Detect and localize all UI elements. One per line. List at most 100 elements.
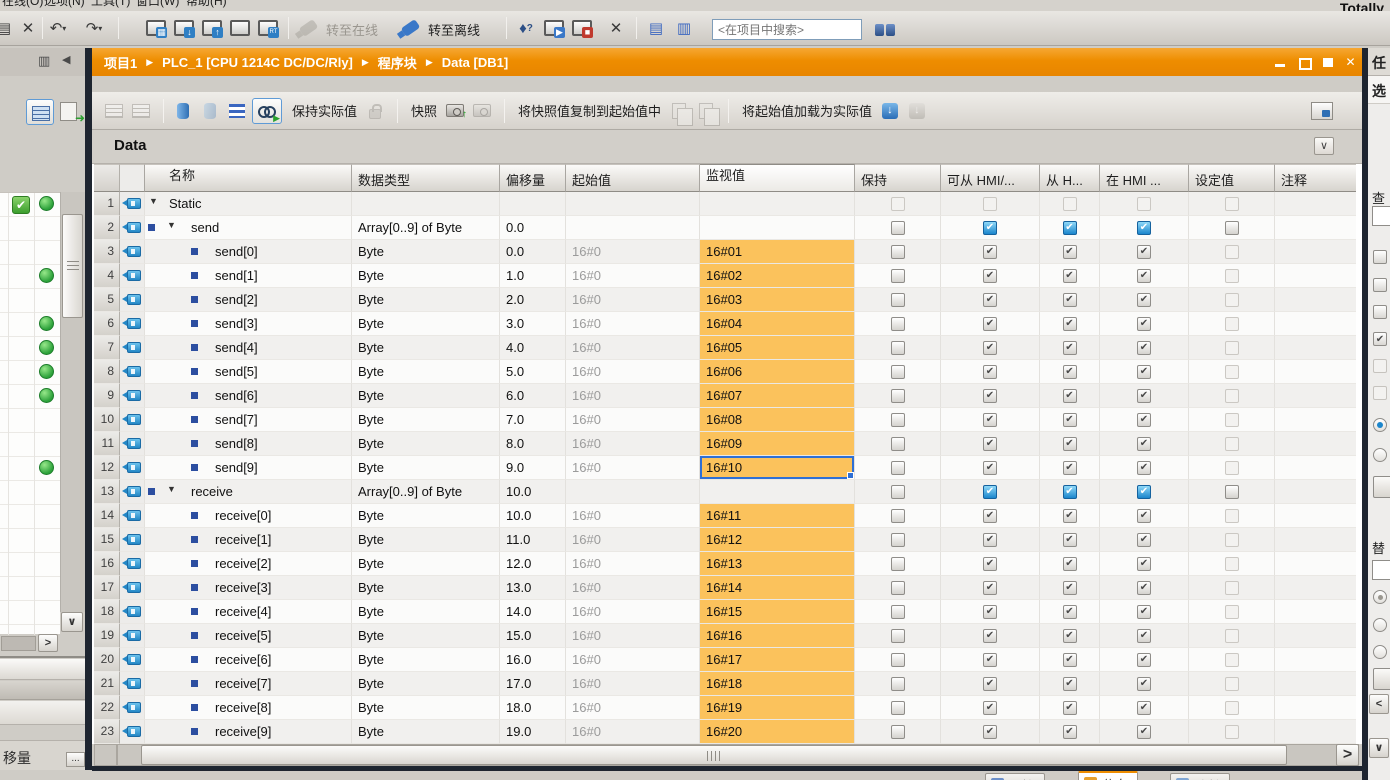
retain-checkbox[interactable] bbox=[891, 701, 905, 715]
hmi-writable-checkbox[interactable]: ✔ bbox=[1063, 437, 1077, 451]
retain-checkbox[interactable] bbox=[891, 629, 905, 643]
find-option-checkbox[interactable] bbox=[1373, 386, 1387, 400]
split-vertical-icon[interactable]: ▥ bbox=[672, 15, 696, 41]
monitor-value[interactable]: 16#07 bbox=[700, 384, 854, 407]
monitor-value[interactable]: 16#05 bbox=[700, 336, 854, 359]
retain-checkbox[interactable] bbox=[891, 485, 905, 499]
collapsed-pane[interactable] bbox=[0, 701, 85, 725]
find-input[interactable] bbox=[1372, 206, 1390, 226]
panel-divider-left[interactable] bbox=[85, 48, 92, 770]
header-start-value[interactable]: 起始值 bbox=[566, 164, 700, 192]
project-search-input[interactable] bbox=[712, 19, 862, 40]
monitor-value-cell[interactable]: 16#19 bbox=[700, 696, 855, 720]
comment-cell[interactable] bbox=[1275, 408, 1356, 432]
name-cell[interactable]: send[2] bbox=[145, 288, 352, 312]
hmi-accessible-checkbox[interactable]: ✔ bbox=[983, 389, 997, 403]
find-option-checkbox[interactable] bbox=[1373, 278, 1387, 292]
hmi-accessible-checkbox[interactable]: ✔ bbox=[983, 413, 997, 427]
replace-input[interactable] bbox=[1372, 560, 1390, 580]
header-retain[interactable]: 保持 bbox=[855, 164, 941, 192]
name-cell[interactable]: send[7] bbox=[145, 408, 352, 432]
start-value-cell[interactable]: 16#0 bbox=[566, 552, 700, 576]
delete-icon[interactable]: ✕ bbox=[16, 15, 40, 41]
keep-actual-values-icon[interactable] bbox=[171, 99, 195, 123]
left-vscroll-thumb[interactable] bbox=[62, 214, 83, 318]
collapsed-pane[interactable] bbox=[0, 681, 85, 700]
hmi-writable-checkbox[interactable]: ✔ bbox=[1063, 605, 1077, 619]
type-cell[interactable]: Byte bbox=[352, 384, 500, 408]
setpoint-checkbox[interactable] bbox=[1225, 461, 1239, 475]
hmi-writable-checkbox[interactable]: ✔ bbox=[1063, 581, 1077, 595]
hmi-visible-checkbox[interactable]: ✔ bbox=[1137, 437, 1151, 451]
monitor-value-cell[interactable]: 16#16 bbox=[700, 624, 855, 648]
name-cell[interactable]: ▼Static bbox=[145, 192, 352, 216]
comment-cell[interactable] bbox=[1275, 264, 1356, 288]
name-cell[interactable]: send[3] bbox=[145, 312, 352, 336]
hmi-visible-checkbox[interactable]: ✔ bbox=[1137, 341, 1151, 355]
start-value-cell[interactable]: 16#0 bbox=[566, 672, 700, 696]
comment-cell[interactable] bbox=[1275, 600, 1356, 624]
hmi-accessible-checkbox[interactable]: ✔ bbox=[983, 485, 997, 499]
tab-properties[interactable]: 属性 bbox=[985, 773, 1045, 780]
menu-options[interactable]: 选项(N) bbox=[44, 0, 85, 11]
name-cell[interactable]: receive[2] bbox=[145, 552, 352, 576]
retain-checkbox[interactable] bbox=[891, 677, 905, 691]
hmi-visible-checkbox[interactable]: ✔ bbox=[1137, 461, 1151, 475]
retain-checkbox[interactable] bbox=[891, 437, 905, 451]
comment-cell[interactable] bbox=[1275, 576, 1356, 600]
hmi-writable-checkbox[interactable]: ✔ bbox=[1063, 653, 1077, 667]
header-monitor-value[interactable]: 监视值 bbox=[700, 164, 855, 192]
retain-checkbox[interactable] bbox=[891, 653, 905, 667]
monitor-value[interactable]: 16#04 bbox=[700, 312, 854, 335]
monitor-value-cell[interactable]: 16#02 bbox=[700, 264, 855, 288]
start-value-cell[interactable]: 16#0 bbox=[566, 720, 700, 744]
search-binoculars-icon[interactable] bbox=[874, 20, 896, 38]
name-cell[interactable]: receive[5] bbox=[145, 624, 352, 648]
setpoint-checkbox[interactable] bbox=[1225, 437, 1239, 451]
stop-simulation-icon[interactable]: ■ bbox=[570, 15, 594, 41]
hmi-writable-checkbox[interactable]: ✔ bbox=[1063, 557, 1077, 571]
load-setpoints-icon[interactable] bbox=[905, 99, 929, 123]
hmi-visible-checkbox[interactable]: ✔ bbox=[1137, 413, 1151, 427]
save-project-icon[interactable]: ▦ bbox=[144, 15, 168, 41]
hmi-visible-checkbox[interactable]: ✔ bbox=[1137, 605, 1151, 619]
hscroll-right-button[interactable]: > bbox=[1336, 744, 1359, 766]
monitor-value[interactable]: 16#19 bbox=[700, 696, 854, 719]
monitor-value-selected[interactable]: 16#10 bbox=[700, 456, 854, 479]
setpoint-checkbox[interactable] bbox=[1225, 653, 1239, 667]
go-online-plug-icon[interactable] bbox=[296, 15, 320, 41]
type-cell[interactable]: Byte bbox=[352, 576, 500, 600]
find-option-checkbox[interactable] bbox=[1373, 250, 1387, 264]
setpoint-checkbox[interactable] bbox=[1225, 725, 1239, 739]
type-cell[interactable]: Byte bbox=[352, 456, 500, 480]
watch-table-icon[interactable] bbox=[26, 99, 54, 125]
monitor-value[interactable]: 16#18 bbox=[700, 672, 854, 695]
search-down-radio[interactable] bbox=[1373, 418, 1387, 432]
monitor-all-button[interactable]: ▶ bbox=[252, 98, 282, 124]
type-cell[interactable]: Byte bbox=[352, 432, 500, 456]
hmi-accessible-checkbox[interactable]: ✔ bbox=[983, 533, 997, 547]
start-simulation-icon[interactable]: ▶ bbox=[542, 15, 566, 41]
monitor-value[interactable]: 16#03 bbox=[700, 288, 854, 311]
collapse-caret-icon[interactable]: ▼ bbox=[167, 484, 176, 494]
monitor-value[interactable]: 16#12 bbox=[700, 528, 854, 551]
breadcrumb-program-blocks[interactable]: 程序块 bbox=[378, 53, 417, 72]
hmi-accessible-checkbox[interactable]: ✔ bbox=[983, 221, 997, 235]
monitor-value-cell[interactable]: 16#17 bbox=[700, 648, 855, 672]
retain-checkbox[interactable] bbox=[891, 581, 905, 595]
name-cell[interactable]: receive[4] bbox=[145, 600, 352, 624]
hmi-visible-checkbox[interactable]: ✔ bbox=[1137, 581, 1151, 595]
search-up-radio[interactable] bbox=[1373, 448, 1387, 462]
monitor-value[interactable]: 16#13 bbox=[700, 552, 854, 575]
hmi-visible-checkbox[interactable]: ✔ bbox=[1137, 317, 1151, 331]
setpoint-checkbox[interactable] bbox=[1225, 605, 1239, 619]
replace-button[interactable] bbox=[1373, 668, 1390, 690]
type-cell[interactable]: Byte bbox=[352, 528, 500, 552]
monitor-value[interactable]: 16#01 bbox=[700, 240, 854, 263]
paste-icon[interactable]: ▤ bbox=[0, 15, 16, 41]
name-cell[interactable]: receive[1] bbox=[145, 528, 352, 552]
start-value-cell[interactable]: 16#0 bbox=[566, 576, 700, 600]
hmi-writable-checkbox[interactable] bbox=[1063, 197, 1077, 211]
hmi-visible-checkbox[interactable]: ✔ bbox=[1137, 629, 1151, 643]
type-cell[interactable]: Byte bbox=[352, 624, 500, 648]
